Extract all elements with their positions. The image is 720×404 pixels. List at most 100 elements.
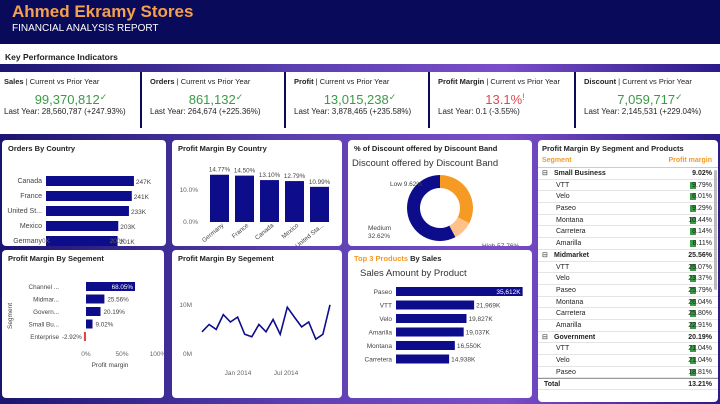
data-label: 247K xyxy=(136,179,152,186)
table-row[interactable]: Montana 10.44% xyxy=(538,215,718,227)
tick-label: 10.0% xyxy=(180,187,199,194)
tick-label: 100% xyxy=(150,351,164,358)
segment-products-panel[interactable]: Profit Margin By Segment and Products Se… xyxy=(538,140,718,402)
bar[interactable] xyxy=(86,307,101,316)
bar[interactable] xyxy=(46,236,118,246)
kpi-card-discount[interactable]: Discount | Current vs Prior Year 7,059,71… xyxy=(580,72,720,128)
tick-label: 50% xyxy=(115,351,128,358)
kpi-card-sales[interactable]: Sales | Current vs Prior Year 99,370,812✓… xyxy=(0,72,142,128)
row-value: 9.79% xyxy=(692,181,712,189)
row-label: Carretera xyxy=(556,228,586,236)
table-group-row[interactable]: ⊟ Small Business 9.02% xyxy=(538,168,718,180)
table-total-row[interactable]: Total 13.21% xyxy=(538,378,718,391)
kpi-label: Discount xyxy=(584,77,617,86)
kpi-last-year: Last Year: 3,878,465 (+235.58%) xyxy=(294,107,412,116)
collapse-icon[interactable]: ⊟ xyxy=(542,251,548,259)
table-group-row[interactable]: ⊟ Government 20.19% xyxy=(538,332,718,344)
pm-by-country-panel[interactable]: Profit Margin By Country 0.0% 10.0% 14.77%… xyxy=(172,140,342,246)
top-products-chart: Sales Amount by Product Paseo 35,612K VTT 21… xyxy=(360,268,523,364)
bar[interactable] xyxy=(396,341,455,350)
orders-by-country-panel[interactable]: Orders By Country Canada 247K France 241K Un… xyxy=(2,140,166,246)
row-label: Velo xyxy=(556,275,570,283)
bar[interactable] xyxy=(285,181,304,222)
column-header-profit-margin[interactable]: Profit margin xyxy=(668,157,712,164)
data-label: 14,938K xyxy=(451,357,476,364)
slice-label: High 57.76% xyxy=(482,243,519,246)
bar[interactable] xyxy=(46,206,129,216)
slice-label: 32.62% xyxy=(368,233,390,240)
bar[interactable] xyxy=(86,294,105,304)
table-row[interactable]: Amarilla 22.91% xyxy=(538,320,718,332)
check-icon: ✓ xyxy=(388,92,397,102)
bar[interactable] xyxy=(396,314,467,323)
row-value: 26.04% xyxy=(688,298,712,306)
bar[interactable] xyxy=(310,186,329,222)
table-row[interactable]: Montana 26.04% xyxy=(538,297,718,309)
kpi-card-profit-margin[interactable]: Profit Margin | Current vs Prior Year 13.… xyxy=(434,72,576,128)
bar[interactable] xyxy=(396,354,450,364)
series-line[interactable] xyxy=(201,304,331,341)
bar[interactable] xyxy=(260,180,279,222)
table-row[interactable]: Velo 23.37% xyxy=(538,273,718,285)
bar-negative[interactable] xyxy=(83,332,86,341)
table-row[interactable]: VTT 21.04% xyxy=(538,343,718,355)
kpi-caption-text: | Current vs Prior Year xyxy=(23,77,100,86)
top-products-highlight: Top 3 Products xyxy=(354,254,409,263)
table-scrollbar[interactable] xyxy=(714,170,717,290)
kpi-card-orders[interactable]: Orders | Current vs Prior Year 861,132✓ La… xyxy=(146,72,286,128)
collapse-icon[interactable]: ⊟ xyxy=(542,333,548,341)
report-header: Ahmed Ekramy Stores FINANCIAL ANALYSIS R… xyxy=(0,0,720,44)
kpi-label: Profit Margin xyxy=(438,77,485,86)
table-row[interactable]: Amarilla 8.11% xyxy=(538,238,718,250)
row-value: 25.79% xyxy=(688,286,712,294)
bar[interactable] xyxy=(210,174,229,222)
table-group-row[interactable]: ⊟ Midmarket 25.56% xyxy=(538,250,718,262)
row-label: Carretera xyxy=(556,310,586,318)
table-row[interactable]: VTT 25.07% xyxy=(538,262,718,274)
bar[interactable] xyxy=(86,319,93,329)
collapse-icon[interactable]: ⊟ xyxy=(542,169,548,177)
bar[interactable] xyxy=(46,221,119,231)
pm-by-segment-panel[interactable]: Profit Margin By Segement Channel ... 68.… xyxy=(2,250,164,398)
tick-label: 0.0% xyxy=(183,219,198,226)
kpi-label: Profit xyxy=(294,77,314,86)
bar[interactable] xyxy=(235,175,254,222)
panel-title: Profit Margin By Segment and Products xyxy=(542,144,684,153)
category-label: Enterprise xyxy=(30,334,59,341)
pm-by-segment-time-panel[interactable]: Profit Margin By Segement 0M 10M Jan 2014 J… xyxy=(172,250,342,398)
column-header-segment[interactable]: Segment xyxy=(542,157,572,164)
table-row[interactable]: Paseo 18.81% xyxy=(538,367,718,379)
kpi-card-profit[interactable]: Profit | Current vs Prior Year 13,015,238… xyxy=(290,72,430,128)
chart-title: Discount offered by Discount Band xyxy=(352,158,498,169)
table-row[interactable]: Paseo 25.79% xyxy=(538,285,718,297)
row-value: 9.02% xyxy=(692,170,712,177)
bar[interactable] xyxy=(396,327,464,337)
discount-band-panel[interactable]: % of Discount offered by Discount Band D… xyxy=(348,140,532,246)
row-label: Amarilla xyxy=(556,321,582,329)
bar[interactable] xyxy=(46,191,132,201)
category-label: Channel ... xyxy=(29,284,60,291)
category-label: Germany xyxy=(13,238,42,245)
table-row[interactable]: Velo 21.04% xyxy=(538,355,718,367)
bar[interactable] xyxy=(46,176,134,186)
row-value: 18.81% xyxy=(688,368,712,376)
slice-medium[interactable] xyxy=(440,175,473,224)
kpi-value: 13.1%! xyxy=(434,92,576,107)
row-label: Paseo xyxy=(556,368,576,376)
panel-title: Top 3 Products By Sales xyxy=(354,254,441,263)
row-label: Total xyxy=(544,381,561,389)
table-row[interactable]: Carretera 8.14% xyxy=(538,226,718,239)
segment-products-table: Segment Profit margin ⊟ Small Business 9.0… xyxy=(538,154,718,391)
slice-label: Low 9.62% xyxy=(390,181,422,188)
row-label: Midmarket xyxy=(554,251,590,259)
row-value: 10.44% xyxy=(688,216,712,224)
top-products-panel[interactable]: Top 3 Products By Sales Sales Amount by … xyxy=(348,250,532,398)
table-row[interactable]: Carretera 25.80% xyxy=(538,308,718,320)
kpi-last-year: Last Year: 2,145,531 (+229.04%) xyxy=(584,107,702,116)
table-row[interactable]: Velo 6.01% xyxy=(538,191,718,204)
row-label: Velo xyxy=(556,357,570,364)
bar[interactable] xyxy=(396,300,475,310)
table-row[interactable]: VTT 9.79% xyxy=(538,180,718,192)
pm-line-chart: 0M 10M Jan 2014 Jul 2014 xyxy=(179,302,331,377)
table-row[interactable]: Paseo 9.29% xyxy=(538,203,718,215)
